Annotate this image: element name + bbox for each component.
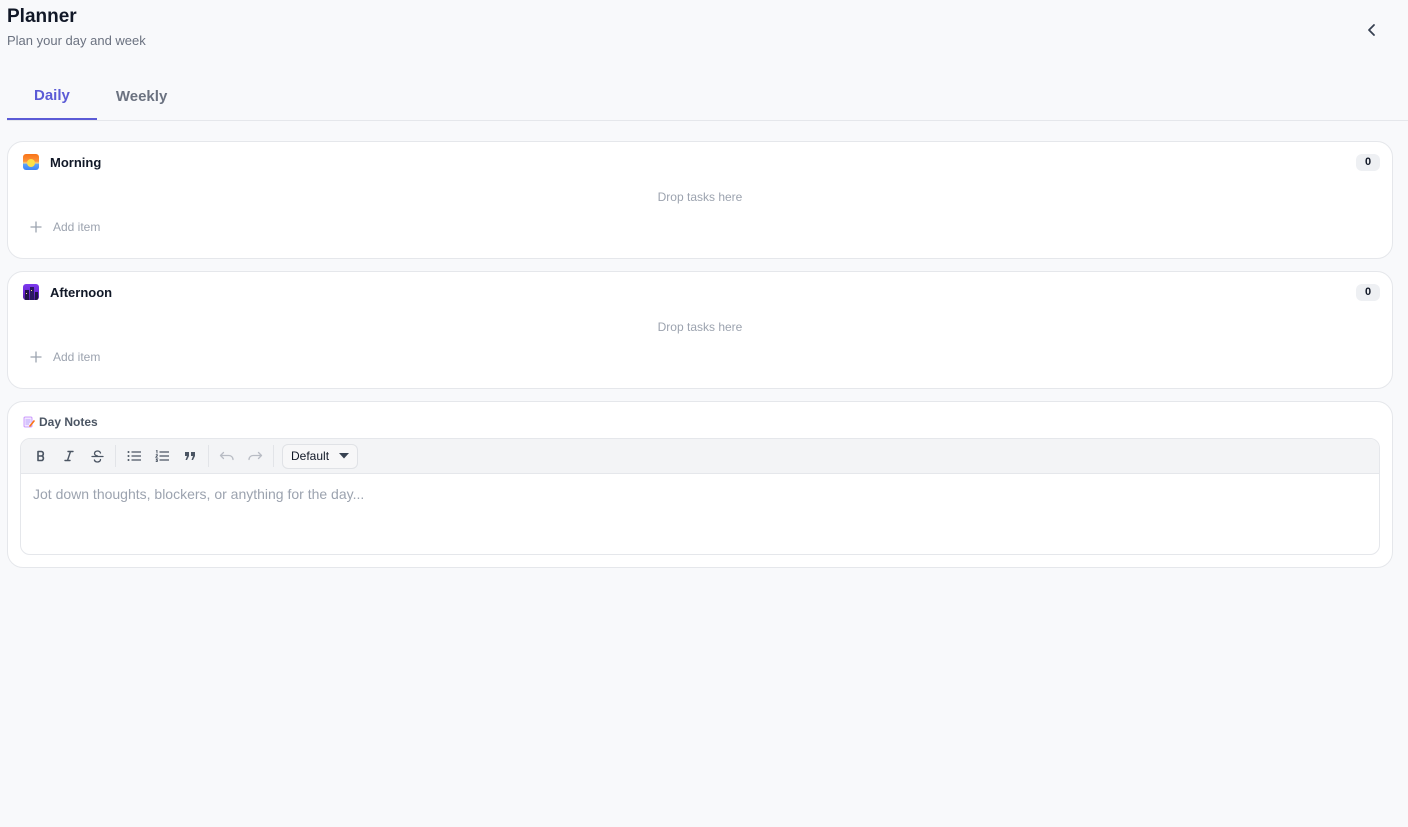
section-header: Morning	[23, 154, 101, 170]
numbered-list-icon	[154, 450, 169, 462]
memo-icon	[23, 416, 35, 428]
section-title: Morning	[50, 154, 102, 170]
page-subtitle: Plan your day and week	[7, 33, 146, 48]
plus-icon	[30, 351, 42, 363]
italic-button[interactable]	[55, 444, 83, 468]
bullet-list-icon	[127, 451, 141, 461]
section-header: Afternoon	[23, 284, 112, 300]
toolbar-divider	[208, 445, 209, 467]
add-item-label: Add item	[53, 350, 101, 364]
bold-button[interactable]	[27, 444, 55, 468]
plus-icon	[30, 221, 42, 233]
caret-down-icon	[339, 453, 350, 459]
tab-daily[interactable]: Daily	[7, 78, 97, 120]
blockquote-button[interactable]	[176, 444, 204, 468]
day-notes-card: Day Notes Default Jot down thoughts, blo…	[7, 401, 1393, 568]
bullet-list-button[interactable]	[120, 444, 148, 468]
editor-toolbar: Default	[21, 439, 1379, 474]
notes-header: Day Notes	[23, 415, 98, 429]
tab-weekly[interactable]: Weekly	[97, 78, 194, 120]
morning-section: Morning 0 Drop tasks here Add item	[7, 141, 1393, 259]
task-count-badge: 0	[1356, 284, 1380, 301]
add-item-label: Add item	[53, 220, 101, 234]
task-count-badge: 0	[1356, 154, 1380, 171]
page-header: Planner Plan your day and week	[7, 6, 146, 49]
undo-icon	[219, 451, 234, 461]
strikethrough-button[interactable]	[83, 444, 111, 468]
notes-text-area[interactable]: Jot down thoughts, blockers, or anything…	[21, 474, 1379, 514]
numbered-list-button[interactable]	[148, 444, 176, 468]
add-item-button[interactable]: Add item	[30, 350, 100, 364]
page-title: Planner	[7, 6, 77, 27]
redo-button[interactable]	[241, 444, 269, 468]
afternoon-section: Afternoon 0 Drop tasks here Add item	[7, 271, 1393, 389]
quote-icon	[185, 452, 195, 460]
redo-icon	[248, 451, 263, 461]
notes-editor: Default Jot down thoughts, blockers, or …	[20, 438, 1380, 555]
planner-tabs: Daily Weekly	[7, 78, 1408, 121]
city-dusk-icon	[23, 284, 39, 300]
toolbar-divider	[273, 445, 274, 467]
toolbar-divider	[115, 445, 116, 467]
italic-icon	[64, 450, 74, 462]
strikethrough-icon	[90, 449, 104, 463]
sunrise-icon	[23, 154, 39, 170]
drop-zone[interactable]: Drop tasks here	[8, 320, 1392, 334]
section-title: Afternoon	[50, 284, 113, 300]
bold-icon	[37, 450, 45, 462]
chevron-left-icon	[1368, 24, 1375, 36]
notes-title: Day Notes	[39, 415, 98, 429]
drop-zone[interactable]: Drop tasks here	[8, 190, 1392, 204]
collapse-button[interactable]	[1358, 18, 1386, 42]
undo-button[interactable]	[213, 444, 241, 468]
add-item-button[interactable]: Add item	[30, 220, 100, 234]
text-style-value: Default	[291, 449, 330, 463]
text-style-select[interactable]: Default	[282, 443, 359, 469]
